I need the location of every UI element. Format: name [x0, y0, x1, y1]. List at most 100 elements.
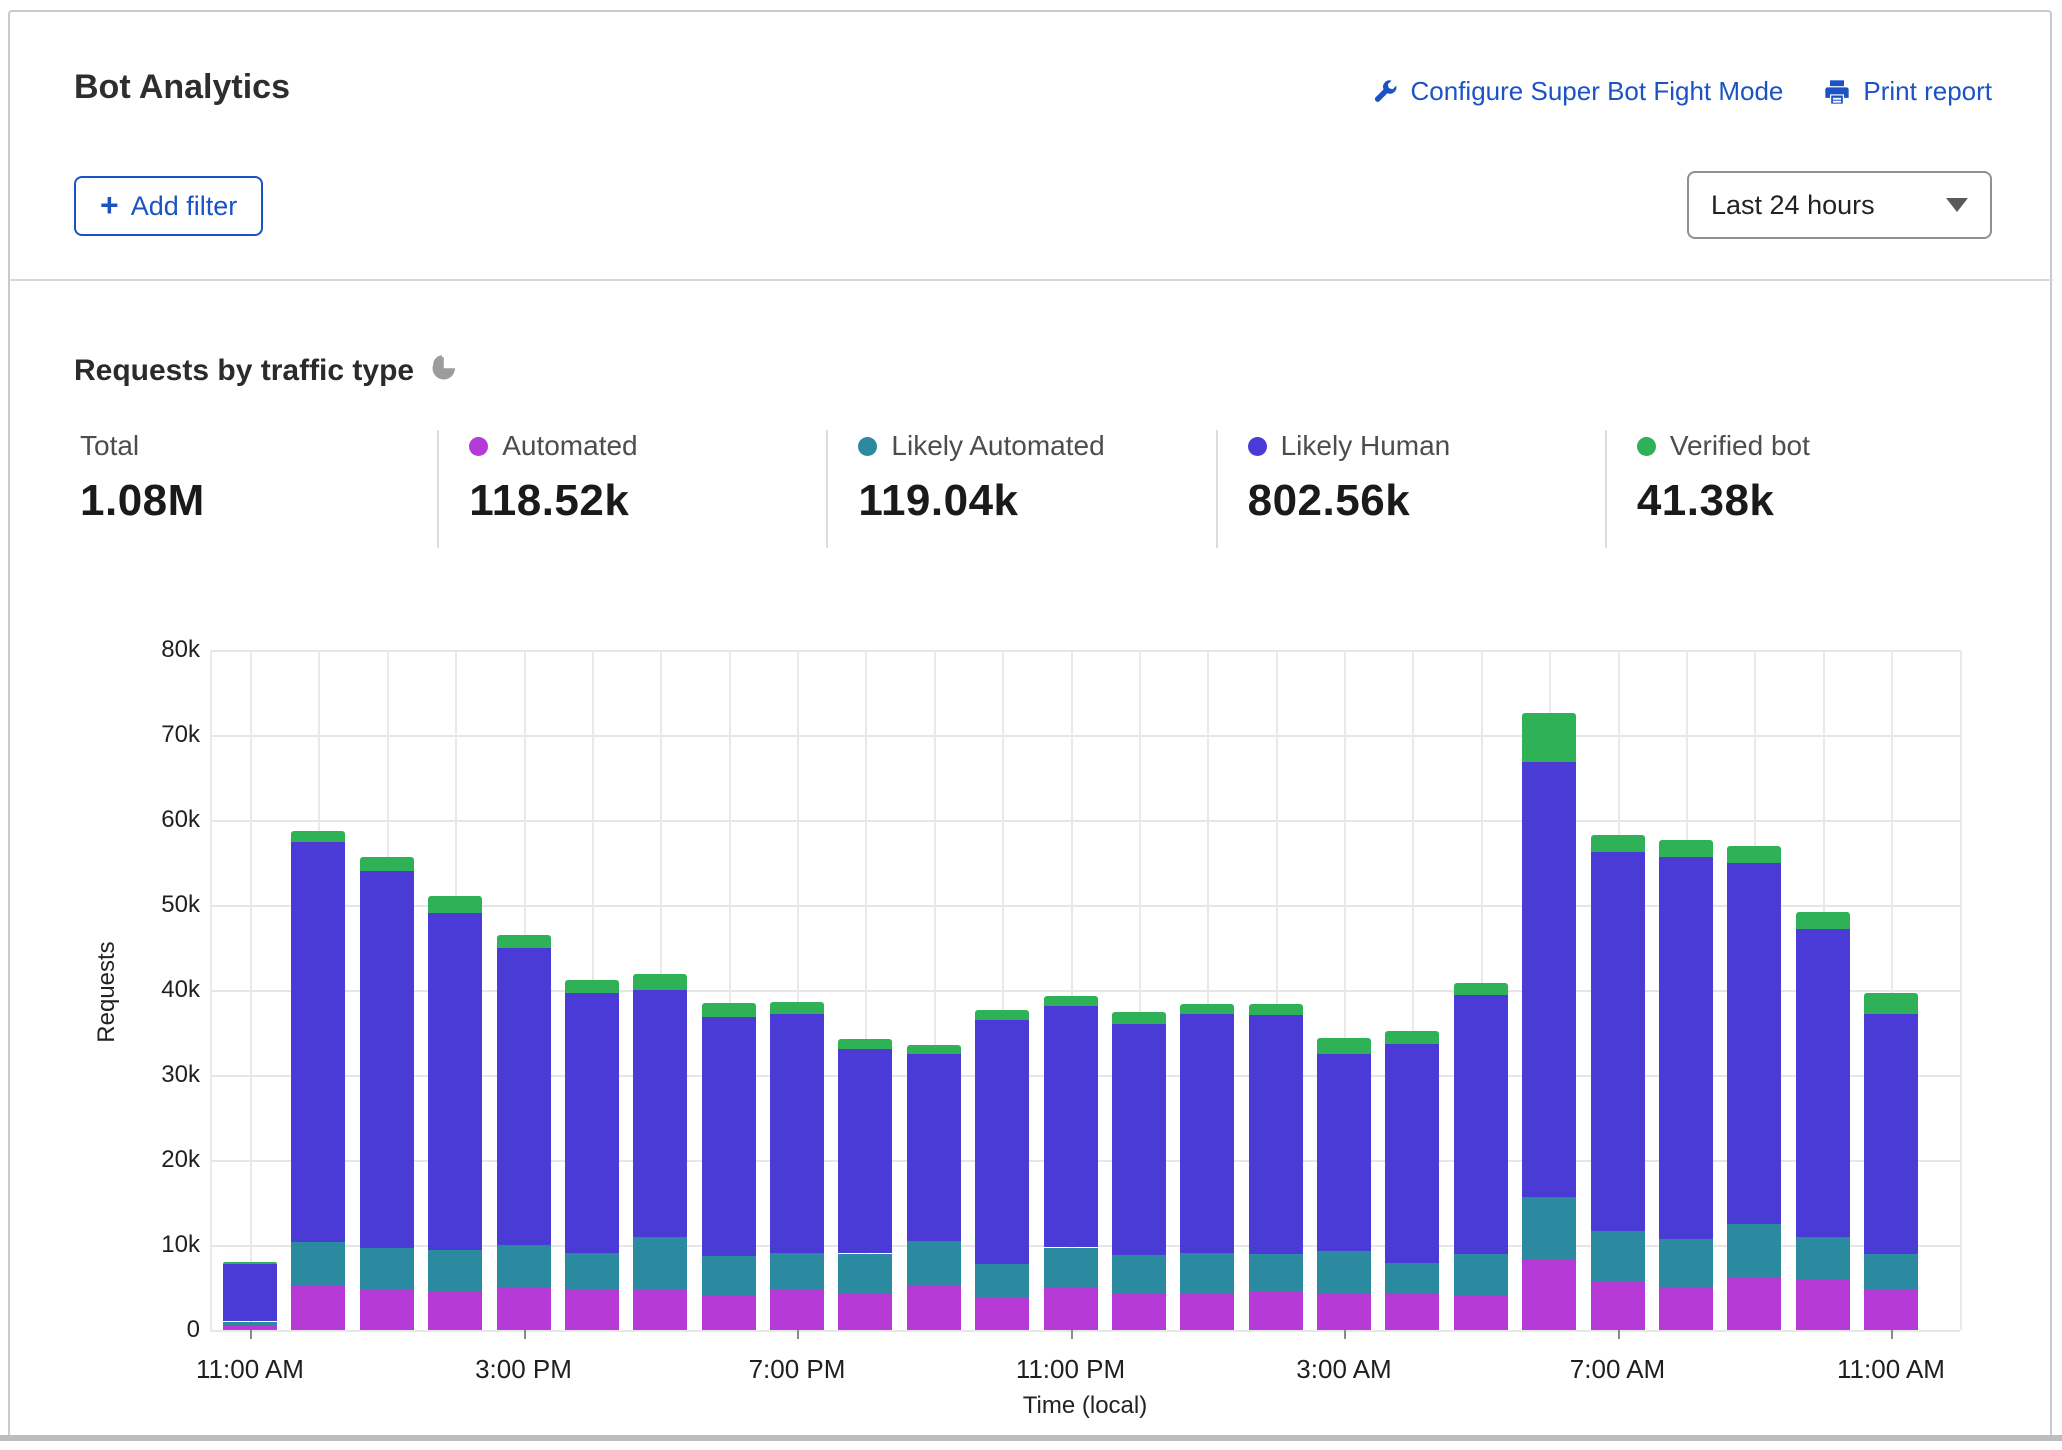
bar-segment-verified-bot[interactable] — [1454, 983, 1508, 995]
bar-segment-likely-automated[interactable] — [702, 1256, 756, 1295]
bar-segment-likely-human[interactable] — [223, 1264, 277, 1322]
bar-segment-likely-human[interactable] — [1864, 1014, 1918, 1255]
bar-segment-likely-human[interactable] — [360, 871, 414, 1248]
bar-segment-likely-human[interactable] — [1659, 857, 1713, 1239]
bar-segment-verified-bot[interactable] — [1180, 1004, 1234, 1014]
bar-segment-likely-human[interactable] — [428, 913, 482, 1251]
bar-segment-likely-automated[interactable] — [838, 1254, 892, 1294]
bar-segment-automated[interactable] — [702, 1295, 756, 1330]
bar-segment-verified-bot[interactable] — [360, 857, 414, 871]
bar-segment-automated[interactable] — [1727, 1277, 1781, 1330]
bar-segment-automated[interactable] — [975, 1297, 1029, 1330]
bar-segment-verified-bot[interactable] — [1522, 713, 1576, 762]
bar-segment-likely-human[interactable] — [1454, 995, 1508, 1254]
bar-segment-likely-automated[interactable] — [1317, 1251, 1371, 1293]
bar-segment-automated[interactable] — [1385, 1294, 1439, 1330]
bar-segment-likely-automated[interactable] — [428, 1250, 482, 1291]
bar-segment-likely-automated[interactable] — [1522, 1197, 1576, 1260]
bar-segment-likely-automated[interactable] — [1727, 1224, 1781, 1278]
bar-segment-automated[interactable] — [360, 1290, 414, 1330]
bar-segment-automated[interactable] — [907, 1285, 961, 1330]
bar-segment-automated[interactable] — [633, 1289, 687, 1330]
bar-segment-likely-automated[interactable] — [1454, 1254, 1508, 1295]
bar-segment-likely-automated[interactable] — [907, 1241, 961, 1285]
bar-segment-likely-automated[interactable] — [975, 1264, 1029, 1297]
bar-segment-automated[interactable] — [770, 1290, 824, 1330]
print-report-link[interactable]: Print report — [1823, 76, 1992, 107]
bar-segment-likely-human[interactable] — [1044, 1006, 1098, 1247]
bar-segment-automated[interactable] — [1864, 1289, 1918, 1330]
bar-segment-likely-human[interactable] — [907, 1054, 961, 1241]
add-filter-button[interactable]: + Add filter — [74, 176, 263, 236]
bar-segment-likely-automated[interactable] — [565, 1253, 619, 1290]
bar-segment-automated[interactable] — [1659, 1287, 1713, 1330]
bar-segment-automated[interactable] — [565, 1290, 619, 1330]
stat-automated[interactable]: Automated 118.52k — [437, 430, 826, 548]
bar-segment-likely-human[interactable] — [565, 993, 619, 1252]
bar-segment-likely-automated[interactable] — [633, 1237, 687, 1289]
bar-segment-likely-automated[interactable] — [1180, 1253, 1234, 1295]
stat-likely-automated[interactable]: Likely Automated 119.04k — [826, 430, 1215, 548]
bar-segment-verified-bot[interactable] — [838, 1039, 892, 1048]
bar-segment-likely-human[interactable] — [1385, 1044, 1439, 1262]
bar-segment-automated[interactable] — [1317, 1293, 1371, 1330]
stat-likely-human[interactable]: Likely Human 802.56k — [1216, 430, 1605, 548]
bar-segment-likely-human[interactable] — [702, 1017, 756, 1256]
bar-segment-automated[interactable] — [291, 1285, 345, 1330]
bar-segment-likely-automated[interactable] — [1864, 1254, 1918, 1289]
bar-segment-verified-bot[interactable] — [291, 831, 345, 842]
bar-segment-likely-automated[interactable] — [1385, 1263, 1439, 1295]
bar-segment-likely-human[interactable] — [1591, 852, 1645, 1231]
bar-segment-likely-human[interactable] — [291, 842, 345, 1242]
bar-segment-likely-human[interactable] — [975, 1020, 1029, 1264]
configure-super-bot-fight-mode-link[interactable]: Configure Super Bot Fight Mode — [1371, 76, 1784, 107]
bar-segment-automated[interactable] — [838, 1294, 892, 1331]
bar-segment-likely-automated[interactable] — [223, 1322, 277, 1326]
bar-segment-verified-bot[interactable] — [1044, 996, 1098, 1006]
bar-segment-verified-bot[interactable] — [1317, 1038, 1371, 1054]
bar-segment-automated[interactable] — [1591, 1282, 1645, 1330]
bar-segment-likely-automated[interactable] — [1796, 1237, 1850, 1280]
bar-segment-likely-automated[interactable] — [1249, 1254, 1303, 1291]
stat-total[interactable]: Total 1.08M — [74, 430, 437, 548]
bar-segment-verified-bot[interactable] — [1796, 912, 1850, 929]
time-range-dropdown[interactable]: Last 24 hours — [1687, 171, 1992, 239]
bar-segment-likely-automated[interactable] — [360, 1248, 414, 1290]
bar-segment-likely-human[interactable] — [497, 948, 551, 1245]
bar-segment-verified-bot[interactable] — [1385, 1031, 1439, 1045]
bar-segment-likely-human[interactable] — [1317, 1054, 1371, 1251]
bar-segment-likely-human[interactable] — [770, 1014, 824, 1253]
bar-segment-verified-bot[interactable] — [1864, 993, 1918, 1014]
stat-verified-bot[interactable]: Verified bot 41.38k — [1605, 430, 1994, 548]
bar-segment-likely-automated[interactable] — [1591, 1231, 1645, 1282]
bar-segment-automated[interactable] — [1112, 1293, 1166, 1330]
bar-segment-verified-bot[interactable] — [1249, 1004, 1303, 1015]
bar-segment-likely-human[interactable] — [1112, 1024, 1166, 1255]
bar-segment-automated[interactable] — [1249, 1291, 1303, 1330]
bar-segment-verified-bot[interactable] — [770, 1002, 824, 1014]
bar-segment-automated[interactable] — [1796, 1280, 1850, 1330]
bar-segment-verified-bot[interactable] — [907, 1045, 961, 1054]
bar-segment-verified-bot[interactable] — [1591, 835, 1645, 852]
bar-segment-automated[interactable] — [497, 1287, 551, 1330]
bar-segment-likely-human[interactable] — [1727, 863, 1781, 1223]
bar-segment-likely-automated[interactable] — [291, 1242, 345, 1285]
bar-segment-automated[interactable] — [1180, 1294, 1234, 1330]
bar-segment-likely-automated[interactable] — [1659, 1239, 1713, 1287]
bar-segment-verified-bot[interactable] — [223, 1262, 277, 1264]
bar-segment-verified-bot[interactable] — [497, 935, 551, 949]
bar-segment-likely-automated[interactable] — [497, 1245, 551, 1287]
bar-segment-verified-bot[interactable] — [1659, 840, 1713, 857]
bar-segment-likely-automated[interactable] — [1044, 1248, 1098, 1287]
bar-segment-verified-bot[interactable] — [633, 974, 687, 990]
bar-segment-likely-human[interactable] — [838, 1049, 892, 1254]
bar-segment-automated[interactable] — [1522, 1260, 1576, 1330]
bar-segment-likely-human[interactable] — [1180, 1014, 1234, 1253]
bar-segment-automated[interactable] — [1044, 1287, 1098, 1330]
bar-segment-likely-automated[interactable] — [1112, 1255, 1166, 1292]
bar-segment-verified-bot[interactable] — [1727, 846, 1781, 863]
bar-segment-likely-human[interactable] — [1796, 929, 1850, 1238]
bar-segment-automated[interactable] — [428, 1291, 482, 1330]
bar-segment-likely-automated[interactable] — [770, 1253, 824, 1290]
bar-segment-automated[interactable] — [1454, 1295, 1508, 1330]
